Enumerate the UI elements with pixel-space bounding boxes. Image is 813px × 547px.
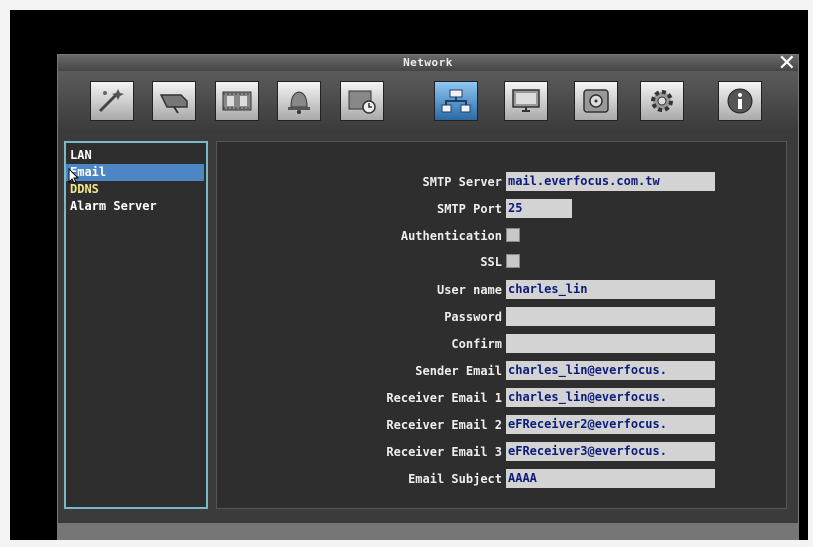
display-tab[interactable] [504, 81, 548, 121]
authentication-row: Authentication [217, 226, 786, 246]
username-row: User name charles_lin [217, 280, 786, 300]
sidebar-item-lan[interactable]: LAN [66, 147, 204, 164]
alarm-tab[interactable] [277, 81, 321, 121]
monitor-icon [512, 89, 540, 112]
camera-icon [159, 94, 188, 114]
username-label: User name [436, 283, 502, 297]
password-input[interactable] [506, 307, 715, 326]
smtp-port-input[interactable]: 25 [506, 199, 572, 218]
sender-email-row: Sender Email charles_lin@everfocus. [217, 361, 786, 381]
system-gear-icon [651, 90, 673, 112]
schedule-icon [348, 90, 376, 114]
email-subject-label: Email Subject [408, 472, 502, 486]
ssl-label: SSL [480, 255, 502, 269]
receiver-email-3-label: Receiver Email 3 [386, 445, 502, 459]
confirm-label: Confirm [451, 337, 502, 351]
receiver-email-3-input[interactable]: eFReceiver3@everfocus. [506, 442, 715, 461]
receiver-email-1-row: Receiver Email 1 charles_lin@everfocus. [217, 388, 786, 408]
confirm-row: Confirm [217, 334, 786, 354]
email-settings-panel: SMTP Server mail.everfocus.com.tw SMTP P… [216, 141, 787, 509]
sender-email-label: Sender Email [415, 364, 502, 378]
sidebar-item-alarm-server[interactable]: Alarm Server [66, 198, 204, 215]
username-input[interactable]: charles_lin [506, 280, 715, 299]
window-title: Network [403, 56, 453, 69]
password-label: Password [444, 310, 502, 324]
confirm-input[interactable] [506, 334, 715, 353]
alarm-bell-icon [288, 91, 310, 114]
network-tab[interactable] [434, 81, 478, 121]
authentication-checkbox[interactable] [506, 228, 520, 242]
receiver-email-3-row: Receiver Email 3 eFReceiver3@everfocus. [217, 442, 786, 462]
receiver-email-2-input[interactable]: eFReceiver2@everfocus. [506, 415, 715, 434]
camera-tab[interactable] [152, 81, 196, 121]
record-tab[interactable] [215, 81, 259, 121]
info-tab[interactable] [718, 81, 762, 121]
sender-email-input[interactable]: charles_lin@everfocus. [506, 361, 715, 380]
smtp-port-label: SMTP Port [436, 202, 502, 216]
schedule-tab[interactable] [340, 81, 384, 121]
sidebar-item-ddns[interactable]: DDNS [66, 181, 204, 198]
smtp-server-label: SMTP Server [422, 175, 502, 189]
email-subject-input[interactable]: AAAA [506, 469, 715, 488]
network-submenu: LAN Email DDNS Alarm Server [64, 141, 208, 509]
wizard-icon [98, 89, 124, 113]
info-icon [727, 88, 753, 114]
dvr-screen: Network ✕ LAN Email DDNS Alarm Server SM… [10, 10, 808, 540]
smtp-server-input[interactable]: mail.everfocus.com.tw [506, 172, 715, 191]
receiver-email-2-row: Receiver Email 2 eFReceiver2@everfocus. [217, 415, 786, 435]
ssl-row: SSL [217, 252, 786, 272]
system-tab[interactable] [640, 81, 684, 121]
smtp-server-row: SMTP Server mail.everfocus.com.tw [217, 172, 786, 192]
disk-icon [583, 89, 609, 113]
receiver-email-2-label: Receiver Email 2 [386, 418, 502, 432]
disk-tab[interactable] [574, 81, 618, 121]
network-icon [441, 89, 471, 113]
status-bar [58, 523, 798, 539]
ssl-checkbox[interactable] [506, 254, 520, 268]
mouse-cursor-icon [68, 168, 79, 184]
film-record-icon [222, 91, 252, 111]
menu-toolbar [58, 71, 798, 133]
email-subject-row: Email Subject AAAA [217, 469, 786, 489]
title-bar: Network ✕ [58, 51, 798, 76]
authentication-label: Authentication [400, 229, 502, 243]
smtp-port-row: SMTP Port 25 [217, 199, 786, 219]
receiver-email-1-input[interactable]: charles_lin@everfocus. [506, 388, 715, 407]
sidebar-item-email[interactable]: Email [66, 164, 204, 181]
network-window: Network ✕ LAN Email DDNS Alarm Server SM… [57, 51, 799, 540]
receiver-email-1-label: Receiver Email 1 [386, 391, 502, 405]
wizard-tab[interactable] [90, 81, 134, 121]
password-row: Password [217, 307, 786, 327]
